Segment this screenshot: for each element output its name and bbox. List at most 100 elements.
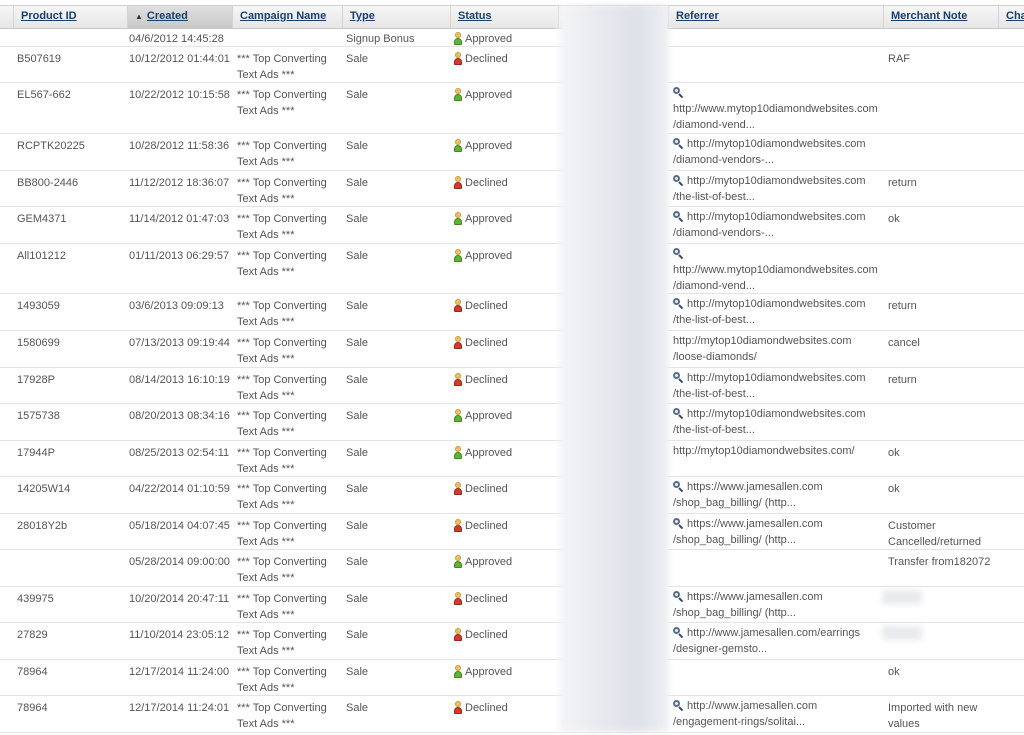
column-header-created[interactable]: ▲ Created xyxy=(128,6,233,28)
magnifier-icon[interactable] xyxy=(673,248,684,260)
table-row[interactable]: All101212 01/11/2013 06:29:57 *** Top Conv… xyxy=(0,244,1024,294)
merchant-note-cell: return xyxy=(888,374,917,386)
created-cell: 11/14/2012 01:47:03 xyxy=(129,213,230,225)
table-row[interactable]: 78964 12/17/2014 11:24:01 *** Top Converti… xyxy=(0,696,1024,733)
product-id-cell: 1575738 xyxy=(17,410,60,422)
table-row[interactable]: 28018Y2b 05/18/2014 04:07:45 *** Top Conve… xyxy=(0,514,1024,550)
column-header-status[interactable]: Status xyxy=(451,6,559,28)
referrer-link[interactable]: http://www.mytop10diamondwebsites.com /d… xyxy=(673,103,878,131)
column-header-extra[interactable]: Cha xyxy=(999,6,1024,28)
table-row[interactable]: EL567-662 10/22/2012 10:15:58 *** Top Conv… xyxy=(0,83,1024,134)
type-cell: Sale xyxy=(346,483,369,495)
magnifier-icon[interactable] xyxy=(673,211,684,223)
created-cell: 12/17/2014 11:24:00 xyxy=(129,666,230,678)
table-row[interactable]: 1493059 03/6/2013 09:09:13 *** Top Convert… xyxy=(0,294,1024,331)
table-row[interactable]: 17928P 08/14/2013 16:10:19 *** Top Convert… xyxy=(0,368,1024,404)
product-id-cell: B507619 xyxy=(17,53,62,65)
created-cell: 05/28/2014 09:00:00 xyxy=(129,556,230,568)
referrer-cell: http://www.mytop10diamondwebsites.com /d… xyxy=(673,85,887,133)
merchant-note-cell: Imported with new values xyxy=(888,702,978,730)
table-row[interactable]: 439975 10/20/2014 20:47:11 *** Top Convert… xyxy=(0,587,1024,623)
magnifier-icon[interactable] xyxy=(673,87,684,99)
table-row[interactable]: 14205W14 04/22/2014 01:10:59 *** Top Conve… xyxy=(0,477,1024,514)
status-label: Approved xyxy=(465,666,513,678)
referrer-link[interactable]: https://www.jamesallen.com /shop_bag_bil… xyxy=(673,591,823,619)
table-row[interactable]: 1580699 07/13/2013 09:19:44 *** Top Conver… xyxy=(0,331,1024,368)
referrer-link[interactable]: http://www.jamesallen.com/earrings /desi… xyxy=(673,627,860,655)
table-row[interactable]: 04/6/2012 14:45:28 Signup Bonus Approved xyxy=(0,27,1024,47)
referrer-link[interactable]: http://www.jamesallen.com /engagement-ri… xyxy=(673,700,817,728)
referrer-link[interactable]: http://www.mytop10diamondwebsites.com /d… xyxy=(673,264,878,292)
column-label: Referrer xyxy=(676,10,719,22)
table-row[interactable]: 78964 12/17/2014 11:24:00 *** Top Converti… xyxy=(0,660,1024,696)
user-approved-icon xyxy=(454,446,462,459)
table-row[interactable]: GEM4371 11/14/2012 01:47:03 *** Top Conver… xyxy=(0,207,1024,244)
type-cell: Sale xyxy=(346,140,369,152)
referrer-link[interactable]: http://mytop10diamondwebsites.com /diamo… xyxy=(673,138,866,166)
status-label: Declined xyxy=(465,374,508,386)
type-cell: Sale xyxy=(346,250,369,262)
created-cell: 08/25/2013 02:54:11 xyxy=(129,447,230,459)
table-row[interactable]: 05/28/2014 09:00:00 *** Top Converting Te… xyxy=(0,550,1024,587)
created-cell: 04/22/2014 01:10:59 xyxy=(129,483,230,495)
column-header-merchant-note[interactable]: Merchant Note xyxy=(884,6,999,28)
user-declined-icon xyxy=(454,592,462,605)
product-id-cell: 78964 xyxy=(17,666,48,678)
table-row[interactable]: 17944P 08/25/2013 02:54:11 *** Top Convert… xyxy=(0,441,1024,477)
referrer-link[interactable]: http://mytop10diamondwebsites.com/ xyxy=(673,445,855,457)
referrer-link[interactable]: http://mytop10diamondwebsites.com /the-l… xyxy=(673,408,866,436)
table-row[interactable]: 27829 11/10/2014 23:05:12 *** Top Converti… xyxy=(0,623,1024,660)
referrer-cell: http://mytop10diamondwebsites.com /loose… xyxy=(673,333,887,365)
magnifier-icon[interactable] xyxy=(673,408,684,420)
magnifier-icon[interactable] xyxy=(673,175,684,187)
table-row[interactable]: BB800-2446 11/12/2012 18:36:07 *** Top Con… xyxy=(0,171,1024,207)
magnifier-icon[interactable] xyxy=(673,481,684,493)
user-declined-icon xyxy=(454,373,462,386)
status-cell: Declined xyxy=(454,518,554,534)
column-header-campaign-name[interactable]: Campaign Name xyxy=(233,6,343,28)
magnifier-icon[interactable] xyxy=(673,518,684,530)
type-cell: Sale xyxy=(346,89,369,101)
created-cell: 07/13/2013 09:19:44 xyxy=(129,337,230,349)
created-cell: 03/6/2013 09:09:13 xyxy=(129,300,224,312)
merchant-note-cell: return xyxy=(888,177,917,189)
magnifier-icon[interactable] xyxy=(673,138,684,150)
user-approved-icon xyxy=(454,409,462,422)
column-header-product-id[interactable]: Product ID xyxy=(14,6,128,28)
type-cell: Sale xyxy=(346,410,369,422)
referrer-link[interactable]: http://mytop10diamondwebsites.com /loose… xyxy=(673,335,852,363)
magnifier-icon[interactable] xyxy=(673,298,684,310)
product-id-cell: 78964 xyxy=(17,702,48,714)
magnifier-icon[interactable] xyxy=(673,372,684,384)
referrer-cell: https://www.jamesallen.com /shop_bag_bil… xyxy=(673,589,887,621)
referrer-link[interactable]: http://mytop10diamondwebsites.com /the-l… xyxy=(673,175,866,203)
status-cell: Declined xyxy=(454,298,554,314)
status-cell: Declined xyxy=(454,335,554,351)
referrer-link[interactable]: http://mytop10diamondwebsites.com /diamo… xyxy=(673,211,866,239)
magnifier-icon[interactable] xyxy=(673,627,684,639)
referrer-cell: http://mytop10diamondwebsites.com /the-l… xyxy=(673,296,887,328)
table-row[interactable]: RCPTK20225 10/28/2012 11:58:36 *** Top Con… xyxy=(0,134,1024,171)
status-label: Approved xyxy=(465,250,513,262)
campaign-cell: *** Top Converting Text Ads *** xyxy=(237,520,327,548)
redacted-column xyxy=(559,5,669,732)
referrer-link[interactable]: https://www.jamesallen.com /shop_bag_bil… xyxy=(673,481,823,509)
referrer-link[interactable]: http://mytop10diamondwebsites.com /the-l… xyxy=(673,372,866,400)
magnifier-icon[interactable] xyxy=(673,591,684,603)
referrer-link[interactable]: http://mytop10diamondwebsites.com /the-l… xyxy=(673,298,866,326)
magnifier-icon[interactable] xyxy=(673,700,684,712)
merchant-note-cell: Customer Cancelled/returned xyxy=(888,520,981,548)
status-label: Approved xyxy=(465,410,513,422)
campaign-cell: *** Top Converting Text Ads *** xyxy=(237,300,327,328)
table-row[interactable]: 1575738 08/20/2013 08:34:16 *** Top Conver… xyxy=(0,404,1024,441)
type-cell: Signup Bonus xyxy=(346,33,415,45)
status-label: Declined xyxy=(465,300,508,312)
campaign-cell: *** Top Converting Text Ads *** xyxy=(237,666,327,694)
referrer-link[interactable]: https://www.jamesallen.com /shop_bag_bil… xyxy=(673,518,823,546)
column-header-type[interactable]: Type xyxy=(343,6,451,28)
type-cell: Sale xyxy=(346,447,369,459)
column-header-referrer[interactable]: Referrer xyxy=(669,6,884,28)
user-declined-icon xyxy=(454,176,462,189)
table-row[interactable]: B507619 10/12/2012 01:44:01 *** Top Conver… xyxy=(0,47,1024,83)
column-label: Created xyxy=(146,10,188,22)
